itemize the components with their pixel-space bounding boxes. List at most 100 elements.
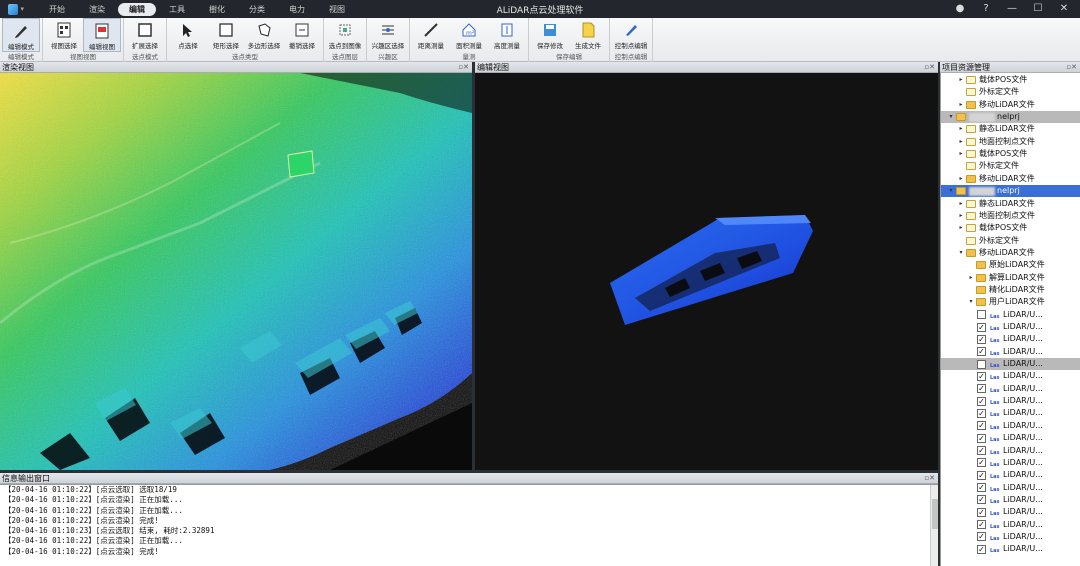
tree-item[interactable]: ✓ Las LiDAR/U...: [941, 395, 1080, 407]
chevron-down-icon[interactable]: ▾: [947, 185, 955, 197]
tree-item[interactable]: ▸ 载体POS文件: [941, 222, 1080, 234]
menu-tab[interactable]: 电力: [278, 3, 316, 16]
tree-item[interactable]: ▸ 解算LiDAR文件: [941, 272, 1080, 284]
tree-item[interactable]: ✓ Las LiDAR/U...: [941, 346, 1080, 358]
ribbon-button[interactable]: 多边形选择: [245, 18, 283, 52]
chevron-right-icon[interactable]: ▸: [957, 148, 965, 160]
tree-item-checkbox[interactable]: [977, 310, 986, 320]
help-icon[interactable]: ?: [980, 2, 992, 16]
tree-item[interactable]: ✓ Las LiDAR/U...: [941, 383, 1080, 395]
chevron-right-icon[interactable]: ▸: [957, 198, 965, 210]
ribbon-button[interactable]: 扩展选择: [126, 18, 164, 52]
tree-item-checkbox[interactable]: ✓: [977, 334, 986, 344]
tree-item-checkbox[interactable]: ✓: [977, 520, 986, 530]
output-log[interactable]: 【20-04-16 01:10:22】[点云选取] 选取18/19 【20-04-…: [0, 484, 938, 566]
tree-item[interactable]: ✓ Las LiDAR/U...: [941, 407, 1080, 419]
tree-item[interactable]: ▸ 地面控制点文件: [941, 210, 1080, 222]
tree-item-checkbox[interactable]: ✓: [977, 544, 986, 554]
tree-item[interactable]: 原始LiDAR文件: [941, 259, 1080, 271]
tree-item[interactable]: 外标定文件: [941, 86, 1080, 98]
ribbon-button[interactable]: 高度测量: [488, 18, 526, 52]
tree-item[interactable]: 精化LiDAR文件: [941, 284, 1080, 296]
tree-item[interactable]: ✓ Las LiDAR/U...: [941, 506, 1080, 518]
ribbon-button[interactable]: 编辑视图: [83, 18, 121, 52]
tree-item[interactable]: ▾ 移动LiDAR文件: [941, 247, 1080, 259]
close-icon[interactable]: ✕: [1058, 2, 1070, 16]
tree-item[interactable]: 外标定文件: [941, 235, 1080, 247]
chevron-right-icon[interactable]: ▸: [957, 74, 965, 86]
tree-item-checkbox[interactable]: ✓: [977, 347, 986, 357]
tree-item[interactable]: Las LiDAR/U...: [941, 358, 1080, 371]
menu-tab[interactable]: 编辑: [118, 2, 156, 16]
chevron-right-icon[interactable]: ▸: [957, 173, 965, 185]
chevron-right-icon[interactable]: ▸: [957, 123, 965, 135]
minimize-icon[interactable]: —: [1006, 2, 1018, 16]
tree-item[interactable]: ✓ Las LiDAR/U...: [941, 469, 1080, 481]
tree-item-checkbox[interactable]: ✓: [977, 408, 986, 418]
tree-item-checkbox[interactable]: ✓: [977, 495, 986, 505]
ribbon-button[interactable]: 视图选择: [45, 18, 83, 52]
menu-tab[interactable]: 工具: [158, 3, 196, 16]
ribbon-button[interactable]: 矩形选择: [207, 18, 245, 52]
tree-item[interactable]: ✓ Las LiDAR/U...: [941, 445, 1080, 457]
tree-item-checkbox[interactable]: ✓: [977, 483, 986, 493]
render-view-canvas[interactable]: [0, 73, 472, 470]
pin-close-icon[interactable]: ▫✕: [1066, 62, 1077, 73]
skin-icon[interactable]: ●: [954, 2, 966, 16]
tree-item[interactable]: ✓ Las LiDAR/U...: [941, 457, 1080, 469]
ribbon-button[interactable]: 距离测量: [412, 18, 450, 52]
tree-item-checkbox[interactable]: ✓: [977, 371, 986, 381]
chevron-right-icon[interactable]: ▸: [957, 99, 965, 111]
tree-item[interactable]: ▸ 移动LiDAR文件: [941, 173, 1080, 185]
ribbon-button[interactable]: m² 面积测量: [450, 18, 488, 52]
chevron-right-icon[interactable]: ▸: [967, 272, 975, 284]
tree-item[interactable]: ▾ nelprj: [941, 111, 1080, 124]
edit-view-canvas[interactable]: [475, 73, 938, 470]
tree-item[interactable]: ▸ 载体POS文件: [941, 148, 1080, 160]
ribbon-button[interactable]: 点选择: [169, 18, 207, 52]
pin-close-icon[interactable]: ▫✕: [924, 62, 935, 73]
menu-tab[interactable]: 视图: [318, 3, 356, 16]
menu-tab[interactable]: 开始: [38, 3, 76, 16]
tree-item[interactable]: ✓ Las LiDAR/U...: [941, 519, 1080, 531]
tree-item-checkbox[interactable]: ✓: [977, 507, 986, 517]
ribbon-button[interactable]: 编辑模式: [2, 18, 40, 52]
ribbon-button[interactable]: 选点到图像: [326, 18, 364, 52]
tree-item[interactable]: ▾ 用户LiDAR文件: [941, 296, 1080, 308]
tree-item-checkbox[interactable]: ✓: [977, 532, 986, 542]
tree-item[interactable]: ✓ Las LiDAR/U...: [941, 432, 1080, 444]
ribbon-button[interactable]: 保存修改: [531, 18, 569, 52]
tree-item-checkbox[interactable]: ✓: [977, 322, 986, 332]
tree-item[interactable]: ▸ 地面控制点文件: [941, 136, 1080, 148]
tree-item[interactable]: ✓ Las LiDAR/U...: [941, 482, 1080, 494]
ribbon-button[interactable]: 撤销选择: [283, 18, 321, 52]
chevron-right-icon[interactable]: ▸: [957, 210, 965, 222]
tree-item[interactable]: ▸ 移动LiDAR文件: [941, 99, 1080, 111]
tree-item[interactable]: ✓ Las LiDAR/U...: [941, 370, 1080, 382]
maximize-icon[interactable]: ☐: [1032, 2, 1044, 16]
chevron-right-icon[interactable]: ▸: [957, 222, 965, 234]
tree-item[interactable]: Las LiDAR/U...: [941, 309, 1080, 321]
tree-item-checkbox[interactable]: ✓: [977, 458, 986, 468]
pin-close-icon[interactable]: ▫✕: [924, 473, 935, 484]
chevron-down-icon[interactable]: ▾: [947, 111, 955, 123]
tree-item-checkbox[interactable]: ✓: [977, 396, 986, 406]
ribbon-button[interactable]: 兴趣区选择: [369, 18, 407, 52]
app-menu-button[interactable]: ▾: [8, 2, 24, 16]
tree-item[interactable]: ✓ Las LiDAR/U...: [941, 333, 1080, 345]
tree-item-checkbox[interactable]: ✓: [977, 446, 986, 455]
tree-item[interactable]: ✓ Las LiDAR/U...: [941, 494, 1080, 506]
menu-tab[interactable]: 樹化: [198, 3, 236, 16]
tree-item-checkbox[interactable]: [977, 359, 986, 369]
menu-tab[interactable]: 分类: [238, 3, 276, 16]
ribbon-button[interactable]: 生成文件: [569, 18, 607, 52]
tree-item[interactable]: ✓ Las LiDAR/U...: [941, 543, 1080, 555]
tree-item[interactable]: ▸ 载体POS文件: [941, 74, 1080, 86]
tree-item-checkbox[interactable]: ✓: [977, 470, 986, 480]
chevron-right-icon[interactable]: ▸: [957, 136, 965, 148]
tree-item[interactable]: ▸ 静态LiDAR文件: [941, 123, 1080, 135]
tree-item[interactable]: ▾ nelprj: [941, 185, 1080, 198]
tree-item[interactable]: ▸ 静态LiDAR文件: [941, 198, 1080, 210]
chevron-down-icon[interactable]: ▾: [957, 247, 965, 259]
scroll-thumb[interactable]: [932, 499, 938, 529]
